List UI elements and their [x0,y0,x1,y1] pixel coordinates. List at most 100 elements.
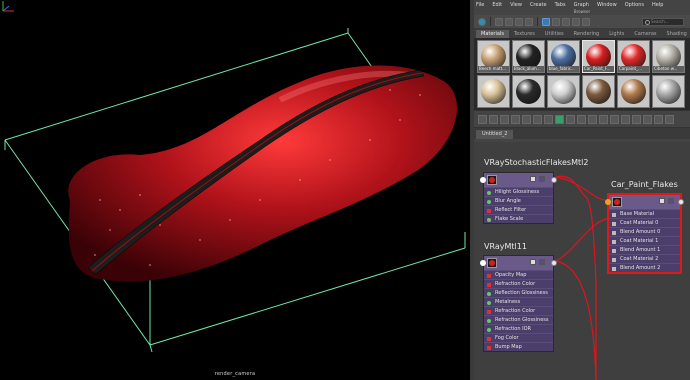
node-car-paint-flakes[interactable]: Base Material Coat Material 0 Blend Amou… [605,193,684,274]
output-port[interactable] [551,177,557,183]
input-connections-icon[interactable] [478,114,487,124]
material-swatch-item[interactable]: Car_Paint_F... [582,40,615,73]
node-expand-icon[interactable] [539,259,545,265]
graph-materials-icon[interactable] [555,114,564,124]
material-swatch-item[interactable]: Black_alum... [512,40,545,73]
tab-shading[interactable]: Shading [662,30,690,38]
tab-lights[interactable]: Lights [604,30,629,38]
connected-mode-icon[interactable] [643,114,652,124]
attr-row[interactable]: Reflection Glossiness [484,288,553,297]
material-swatch-item[interactable]: Beech matt... [477,40,510,73]
menu-help[interactable]: Help [652,2,663,8]
grid-toggle-icon[interactable] [599,114,608,124]
material-swatch-item[interactable] [477,75,510,108]
simple-mode-icon[interactable] [632,114,641,124]
attr-row[interactable]: Coat Material 2 [609,254,680,263]
material-swatch-item[interactable]: Cibeton w... [652,40,685,73]
tab-cameras[interactable]: Cameras [629,30,661,38]
node-mode-icon[interactable] [530,259,536,265]
output-port[interactable] [551,260,557,266]
attr-row[interactable]: Bump Map [484,342,553,351]
pin-icon[interactable] [566,114,575,124]
attr-row[interactable]: Hilight Glossiness [484,187,553,196]
node-mode-icon[interactable] [659,198,665,204]
viewport[interactable]: render_camera [0,0,470,380]
menu-file[interactable]: File [476,2,484,8]
input-port[interactable] [605,199,611,205]
material-swatch-item[interactable] [547,75,580,108]
node-title-carpaint: Car_Paint_Flakes [611,180,678,189]
attr-row[interactable]: Base Material [609,209,680,218]
output-connections-icon[interactable] [500,114,509,124]
rearrange-graph-icon[interactable] [544,114,553,124]
material-swatch-item[interactable]: Carpaint_... [617,40,650,73]
tab-textures[interactable]: Textures [509,30,540,38]
node-graph-editor[interactable]: VRayStochasticFlakesMtl2 Hilight Glossin… [474,142,690,380]
attr-row[interactable]: Opacity Map [484,270,553,279]
attr-row[interactable]: Refraction Color [484,279,553,288]
attr-row[interactable]: Reflect Filter [484,205,553,214]
frame-all-icon[interactable] [577,114,586,124]
output-port[interactable] [678,199,684,205]
material-swatch-item[interactable] [582,75,615,108]
attr-row[interactable]: Refraction IOR [484,324,553,333]
sort-type-icon[interactable] [562,17,570,26]
menu-options[interactable]: Options [625,2,644,8]
node-flakes[interactable]: Hilight Glossiness Blur Angle Reflect Fi… [480,172,557,224]
large-icons-icon[interactable] [542,17,550,26]
input-port[interactable] [480,260,486,266]
input-port[interactable] [480,177,486,183]
menu-window[interactable]: Window [597,2,617,8]
material-swatch-label: Beech matt... [478,66,509,72]
node-vraymtl[interactable]: Opacity Map Refraction Color Reflection … [480,255,557,352]
menu-view[interactable]: View [510,2,522,8]
frame-selected-icon[interactable] [588,114,597,124]
tab-rendering[interactable]: Rendering [569,30,605,38]
node-expand-icon[interactable] [668,198,674,204]
list-view-icon[interactable] [505,17,513,26]
attr-row[interactable]: Blur Angle [484,196,553,205]
sort-time-icon[interactable] [572,17,580,26]
node-mode-icon[interactable] [530,176,536,182]
attr-row[interactable]: Fog Color [484,333,553,342]
add-selected-icon[interactable] [522,114,531,124]
attr-row[interactable]: Metalness [484,297,553,306]
grid-view-icon[interactable] [495,17,503,26]
swatch-toggle-icon[interactable] [621,114,630,124]
search-input[interactable]: Search... [642,17,684,26]
attr-row[interactable]: Refraction Glossiness [484,315,553,324]
car-body[interactable] [68,65,458,282]
menu-tabs[interactable]: Tabs [555,2,566,8]
material-swatch-label: Cibeton w... [653,66,684,72]
attr-row[interactable]: Coat Material 1 [609,236,680,245]
tab-utilities[interactable]: Utilities [540,30,569,38]
clear-graph-icon[interactable] [511,114,520,124]
attr-row[interactable]: Flake Scale [484,214,553,223]
sort-reverse-icon[interactable] [582,17,590,26]
full-mode-icon[interactable] [654,114,663,124]
sort-icon[interactable] [552,17,560,26]
material-swatch-item[interactable]: blue_fabric... [547,40,580,73]
material-swatch-item[interactable] [617,75,650,108]
menu-graph[interactable]: Graph [574,2,589,8]
small-icons-icon[interactable] [515,17,523,26]
attr-row[interactable]: Blend Amount 1 [609,245,680,254]
io-connections-icon[interactable] [489,114,498,124]
medium-icons-icon[interactable] [525,17,533,26]
attr-row[interactable]: Refraction Color [484,306,553,315]
material-swatch-item[interactable] [512,75,545,108]
attr-row[interactable]: Coat Material 0 [609,218,680,227]
axis-gizmo-icon [2,1,14,12]
remove-selected-icon[interactable] [533,114,542,124]
menu-edit[interactable]: Edit [492,2,502,8]
node-expand-icon[interactable] [539,176,545,182]
attr-row[interactable]: Blend Amount 0 [609,227,680,236]
render-sphere-icon[interactable] [478,17,486,26]
tab-materials[interactable]: Materials [476,30,509,38]
attr-row[interactable]: Blend Amount 2 [609,263,680,272]
snap-grid-icon[interactable] [610,114,619,124]
tab-untitled-2[interactable]: Untitled_2 [476,130,514,139]
material-swatch-item[interactable] [652,75,685,108]
custom-mode-icon[interactable] [665,114,674,124]
menu-create[interactable]: Create [530,2,547,8]
